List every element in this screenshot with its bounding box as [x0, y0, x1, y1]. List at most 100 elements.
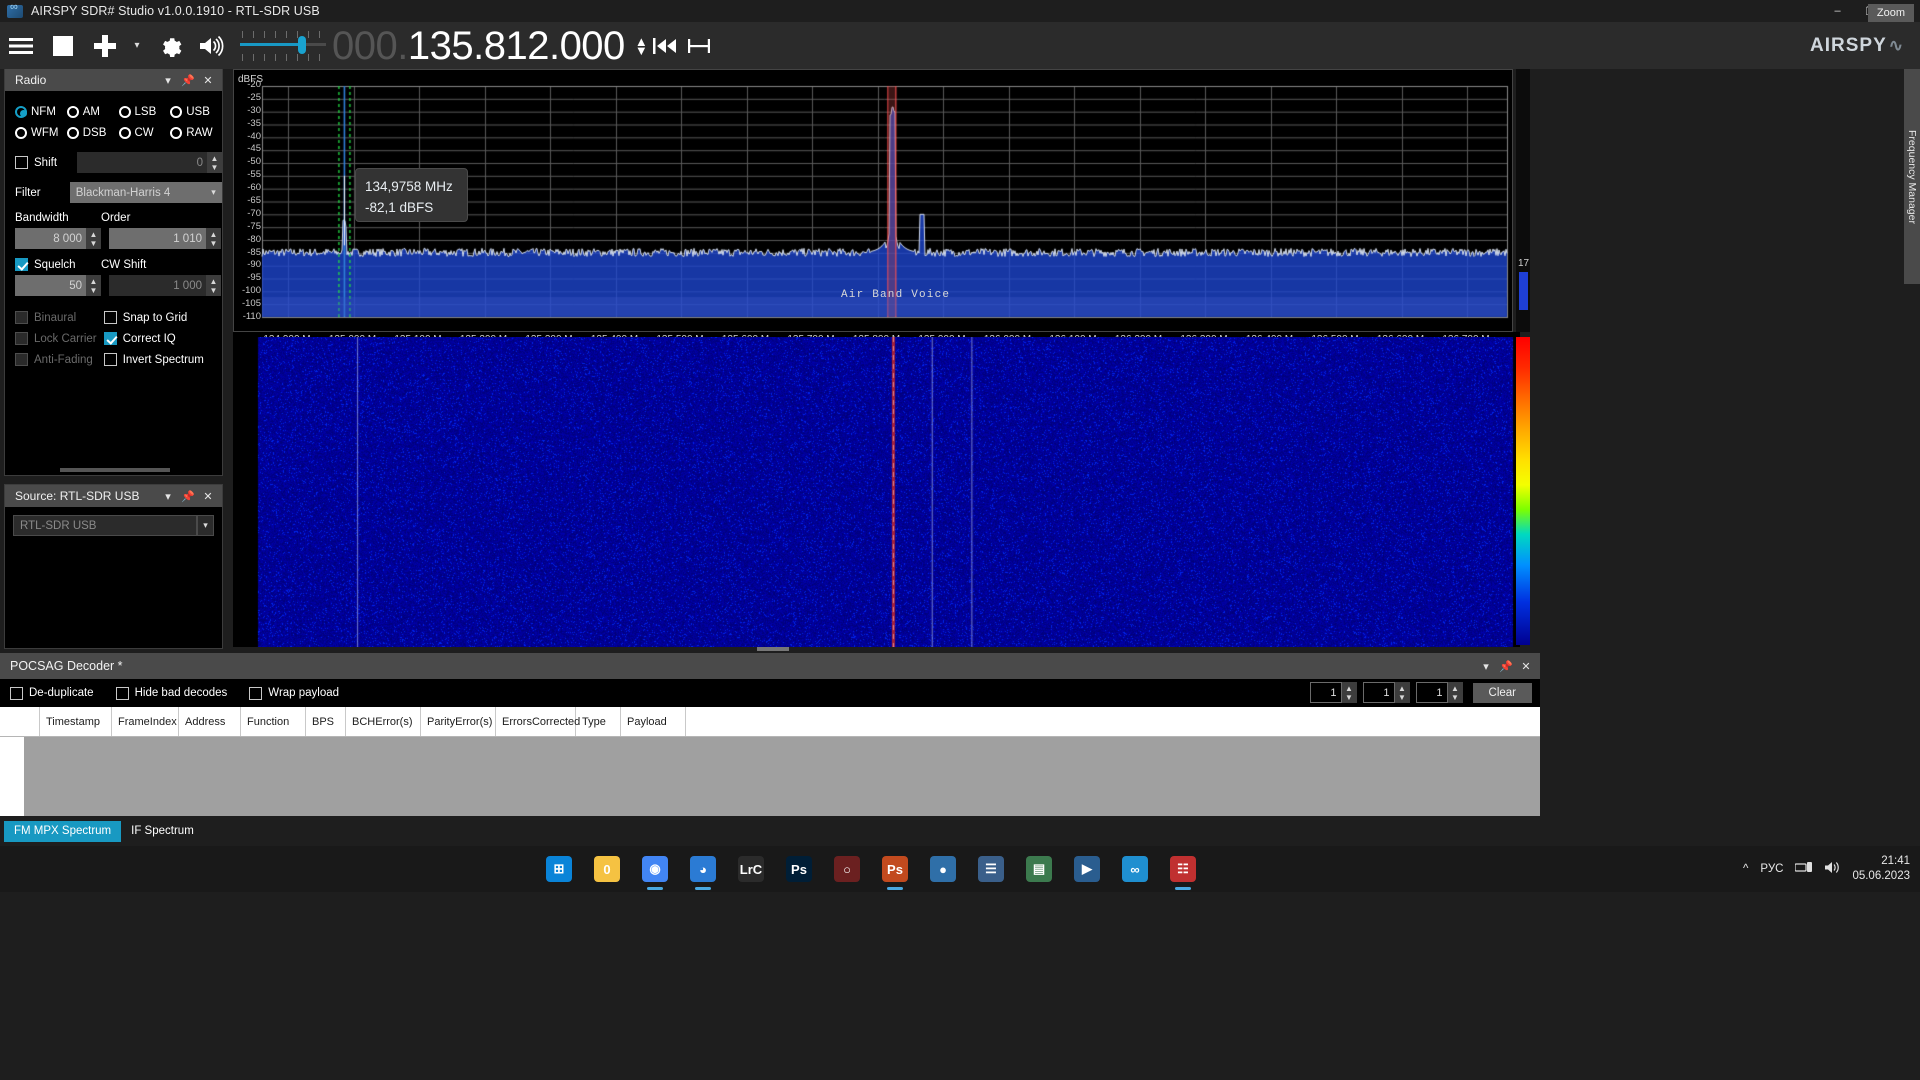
option-snap-to-grid[interactable]: Snap to Grid	[104, 307, 222, 328]
shift-stepper[interactable]: ▲▼	[207, 152, 222, 173]
invert-spectrum-checkbox[interactable]	[104, 353, 117, 366]
sdr-sharp-icon[interactable]: ☷	[1159, 846, 1207, 892]
radio-button-icon[interactable]	[170, 127, 182, 139]
squelch-stepper[interactable]: ▲▼	[86, 275, 101, 296]
clear-button[interactable]: Clear	[1473, 683, 1532, 703]
cw-shift-input[interactable]: 1 000	[109, 275, 206, 296]
spinner-3-input[interactable]: 1	[1416, 682, 1448, 703]
table-column-header[interactable]: Function	[241, 707, 306, 736]
pocsag-table-body[interactable]	[0, 737, 1540, 816]
table-column-header[interactable]: FrameIndex	[112, 707, 179, 736]
spinner-1-stepper[interactable]: ▲▼	[1342, 682, 1357, 703]
lock-app-icon[interactable]: ○	[823, 846, 871, 892]
tab-if-spectrum[interactable]: IF Spectrum	[121, 821, 204, 842]
chevron-up-icon[interactable]: ^	[1743, 863, 1748, 875]
photoshop-alt-icon[interactable]: Ps	[871, 846, 919, 892]
waterfall-display[interactable]	[233, 337, 1520, 647]
mode-option-raw[interactable]: RAW	[170, 122, 222, 143]
frequency-display[interactable]: 000. 135.812.000	[332, 25, 625, 67]
pocsag-spinner-2[interactable]: 1 ▲▼	[1363, 682, 1410, 703]
plus-icon[interactable]	[84, 25, 126, 67]
span-measure-icon[interactable]	[682, 25, 716, 67]
table-column-header[interactable]: BCHError(s)	[346, 707, 421, 736]
show-desktop-button[interactable]	[1914, 846, 1920, 892]
table-column-header[interactable]: ParityError(s)	[421, 707, 496, 736]
mode-option-wfm[interactable]: WFM	[15, 122, 67, 143]
shift-value-input[interactable]: 0	[77, 152, 207, 173]
binaural-checkbox[interactable]	[15, 311, 28, 324]
chevron-down-icon[interactable]: ▾	[1476, 656, 1496, 676]
filter-select[interactable]: Blackman-Harris 4	[70, 182, 205, 203]
frequency-manager-tab[interactable]: Frequency Manager	[1904, 69, 1920, 284]
order-input[interactable]: 1 010	[109, 228, 206, 249]
tab-fm-mpx-spectrum[interactable]: FM MPX Spectrum	[4, 821, 121, 842]
chevron-down-icon[interactable]: ▾	[205, 182, 222, 203]
option-correct-iq[interactable]: Correct IQ	[104, 328, 222, 349]
lrc-app-icon[interactable]: LrC	[727, 846, 775, 892]
link-app-icon[interactable]: ∞	[1111, 846, 1159, 892]
spinner-2-stepper[interactable]: ▲▼	[1395, 682, 1410, 703]
radio-panel-scrollbar[interactable]	[60, 468, 170, 472]
frequency-stepper[interactable]: ▲ ▼	[635, 37, 648, 55]
gear-icon[interactable]	[148, 25, 190, 67]
table-column-header[interactable]: Address	[179, 707, 241, 736]
anti-fading-checkbox[interactable]	[15, 353, 28, 366]
stop-square-icon[interactable]	[42, 25, 84, 67]
globe-app-icon[interactable]: ●	[919, 846, 967, 892]
close-icon[interactable]: ✕	[198, 486, 218, 506]
table-column-header[interactable]: BPS	[306, 707, 346, 736]
zoom-button[interactable]: Zoom	[1868, 4, 1914, 22]
bandwidth-stepper[interactable]: ▲▼	[86, 228, 101, 249]
chevron-down-icon[interactable]: ▾	[197, 515, 214, 536]
option-binaural[interactable]: Binaural	[15, 307, 104, 328]
radio-button-icon[interactable]	[67, 127, 79, 139]
radio-button-icon[interactable]	[15, 106, 27, 118]
bandwidth-input[interactable]: 8 000	[15, 228, 86, 249]
close-icon[interactable]: ✕	[198, 70, 218, 90]
mode-option-am[interactable]: AM	[67, 101, 119, 122]
radio-button-icon[interactable]	[15, 127, 27, 139]
squelch-checkbox[interactable]	[15, 258, 28, 271]
chevron-down-icon[interactable]: ▾	[158, 486, 178, 506]
spinner-down-icon[interactable]: ▼	[635, 46, 648, 55]
order-stepper[interactable]: ▲▼	[206, 228, 221, 249]
start-windows-icon[interactable]: ⊞	[535, 846, 583, 892]
hamburger-menu-icon[interactable]	[0, 25, 42, 67]
network-icon[interactable]	[1795, 861, 1812, 877]
pocsag-spinner-3[interactable]: 1 ▲▼	[1416, 682, 1463, 703]
mode-option-cw[interactable]: CW	[119, 122, 171, 143]
radio-button-icon[interactable]	[119, 106, 131, 118]
table-column-header[interactable]: Payload	[621, 707, 686, 736]
minimize-button[interactable]: –	[1821, 0, 1854, 22]
spinner-2-input[interactable]: 1	[1363, 682, 1395, 703]
radio-button-icon[interactable]	[67, 106, 79, 118]
mode-option-dsb[interactable]: DSB	[67, 122, 119, 143]
chevron-down-icon[interactable]: ▾	[158, 70, 178, 90]
lock-carrier-checkbox[interactable]	[15, 332, 28, 345]
speaker-volume-icon[interactable]	[190, 25, 232, 67]
radio-button-icon[interactable]	[119, 127, 131, 139]
calculator-icon[interactable]: ☰	[967, 846, 1015, 892]
center-frequency-icon[interactable]	[648, 25, 682, 67]
table-column-header[interactable]: Timestamp	[40, 707, 112, 736]
notes-app-icon[interactable]: ▤	[1015, 846, 1063, 892]
pin-icon[interactable]: 📌	[178, 70, 198, 90]
waterfall-canvas[interactable]	[233, 337, 1520, 647]
close-icon[interactable]: ✕	[1516, 656, 1536, 676]
mode-option-lsb[interactable]: LSB	[119, 101, 171, 122]
option-wrap-payload[interactable]: Wrap payload	[249, 687, 339, 700]
squelch-input[interactable]: 50	[15, 275, 86, 296]
option-invert-spectrum[interactable]: Invert Spectrum	[104, 349, 222, 370]
volume-knob[interactable]	[298, 36, 306, 54]
table-column-header[interactable]	[0, 707, 40, 736]
mode-option-nfm[interactable]: NFM	[15, 101, 67, 122]
option-de-duplicate[interactable]: De-duplicate	[10, 687, 94, 700]
browser-blue-icon[interactable]: ◕	[679, 846, 727, 892]
waterfall-resize-handle[interactable]	[757, 647, 789, 651]
table-column-header[interactable]: ErrorsCorrected	[496, 707, 576, 736]
table-column-header[interactable]: Type	[576, 707, 621, 736]
spinner-3-stepper[interactable]: ▲▼	[1448, 682, 1463, 703]
language-indicator[interactable]: РУС	[1760, 863, 1783, 875]
cw-shift-stepper[interactable]: ▲▼	[206, 275, 221, 296]
volume-slider[interactable]	[240, 25, 326, 67]
